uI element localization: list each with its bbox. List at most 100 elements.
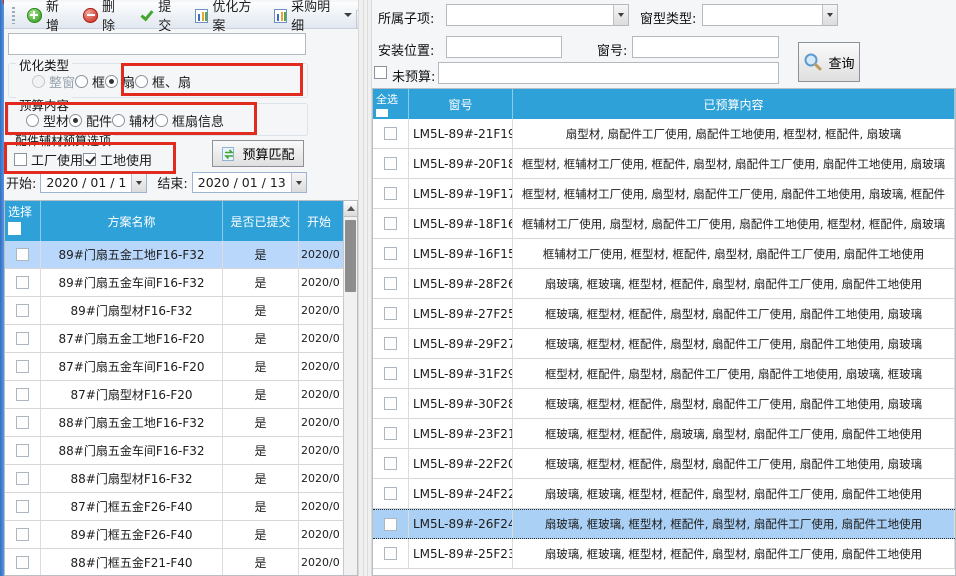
start-date-dropdown-button[interactable] xyxy=(131,173,146,192)
plan-table-row[interactable]: 89#门扇五金工地F16-F32 是 2020/0 xyxy=(5,241,357,269)
opt-type-radio[interactable]: 框、扇 xyxy=(135,72,191,91)
unbudgeted-checkbox[interactable] xyxy=(374,66,387,79)
plan-name-cell: 87#门扇型材F16-F20 xyxy=(41,381,223,408)
row-checkbox[interactable] xyxy=(384,457,397,470)
panel-splitter[interactable] xyxy=(358,0,372,576)
usage-checkbox[interactable]: 工厂使用 xyxy=(14,150,83,169)
budget-content-radio[interactable]: 框扇信息 xyxy=(155,111,224,130)
plan-table-scrollbar[interactable] xyxy=(343,201,357,575)
budget-table-row[interactable]: LM5L-89#-31F29 框型材, 框配件, 扇型材, 扇配件工厂使用, 扇… xyxy=(373,359,955,389)
window-no-cell: LM5L-89#-26F24 xyxy=(409,510,513,538)
plan-table-row[interactable]: 88#门扇型材F16-F32 是 2020/0 xyxy=(5,465,357,493)
row-checkbox[interactable] xyxy=(384,277,397,290)
window-type-select[interactable] xyxy=(702,4,838,26)
end-date-dropdown-button[interactable] xyxy=(291,173,306,192)
row-checkbox[interactable] xyxy=(16,304,29,317)
row-checkbox[interactable] xyxy=(16,276,29,289)
select-all-checkbox[interactable] xyxy=(376,109,388,117)
budget-table-row[interactable]: LM5L-89#-25F23 扇玻璃, 框玻璃, 框型材, 框配件, 扇型材, … xyxy=(373,539,955,569)
budget-table: 全选 窗号 已预算内容 LM5L-89#-21F19 扇型材, 扇配件工厂使用,… xyxy=(372,88,956,576)
row-checkbox[interactable] xyxy=(16,388,29,401)
window-no-cell: LM5L-89#-24F22 xyxy=(409,479,513,508)
budget-table-row[interactable]: LM5L-89#-29F27 框玻璃, 框型材, 框配件, 扇型材, 扇配件工厂… xyxy=(373,329,955,359)
end-date-picker[interactable]: 2020 / 01 / 13 xyxy=(192,172,307,193)
row-checkbox[interactable] xyxy=(16,248,29,261)
budget-table-row[interactable]: LM5L-89#-30F28 框玻璃, 框型材, 框配件, 扇型材, 扇配件工厂… xyxy=(373,389,955,419)
toolbar-grip[interactable] xyxy=(12,7,15,24)
sub-item-select[interactable] xyxy=(446,4,629,26)
row-checkbox[interactable] xyxy=(16,332,29,345)
row-checkbox[interactable] xyxy=(16,528,29,541)
install-position-input[interactable] xyxy=(446,36,562,58)
plan-name-column-header[interactable]: 方案名称 xyxy=(41,201,223,241)
opt-type-radio[interactable]: 整窗 xyxy=(32,72,75,91)
row-checkbox[interactable] xyxy=(384,157,397,170)
row-checkbox[interactable] xyxy=(384,217,397,230)
usage-checkbox[interactable]: 工地使用 xyxy=(83,150,152,169)
budget-table-row[interactable]: LM5L-89#-20F18 框型材, 框辅材工厂使用, 框配件, 扇型材, 扇… xyxy=(373,149,955,179)
budget-table-row[interactable]: LM5L-89#-22F20 框玻璃, 框型材, 框配件, 扇型材, 扇配件工厂… xyxy=(373,449,955,479)
plan-table-row[interactable]: 89#门扇型材F16-F32 是 2020/0 xyxy=(5,297,357,325)
select-all-checkbox[interactable] xyxy=(8,222,21,235)
opt-type-radio[interactable]: 扇 xyxy=(105,72,135,91)
row-checkbox[interactable] xyxy=(16,500,29,513)
row-checkbox[interactable] xyxy=(384,337,397,350)
plan-table-row[interactable]: 87#门扇五金车间F16-F20 是 2020/0 xyxy=(5,353,357,381)
row-checkbox[interactable] xyxy=(16,416,29,429)
budget-table-row[interactable]: LM5L-89#-18F16 框辅材工厂使用, 扇型材, 扇配件工厂使用, 扇配… xyxy=(373,209,955,239)
row-checkbox[interactable] xyxy=(384,307,397,320)
budgeted-content-column-header[interactable]: 已预算内容 xyxy=(513,89,955,119)
row-checkbox[interactable] xyxy=(16,360,29,373)
query-button[interactable]: 查询 xyxy=(798,42,860,82)
window-type-dropdown-button[interactable] xyxy=(822,5,837,25)
unbudgeted-label: 未预算: xyxy=(392,66,435,85)
scroll-up-button[interactable] xyxy=(344,201,357,217)
plan-table-row[interactable]: 87#门扇型材F16-F20 是 2020/0 xyxy=(5,381,357,409)
plan-table-row[interactable]: 89#门扇五金车间F16-F32 是 2020/0 xyxy=(5,269,357,297)
row-checkbox[interactable] xyxy=(16,472,29,485)
plan-table-row[interactable]: 88#门扇五金工地F16-F32 是 2020/0 xyxy=(5,409,357,437)
scrollbar-thumb[interactable] xyxy=(345,220,356,292)
row-checkbox[interactable] xyxy=(384,397,397,410)
budget-table-row[interactable]: LM5L-89#-24F22 扇玻璃, 框玻璃, 框型材, 框配件, 扇型材, … xyxy=(373,479,955,509)
plan-filter-input[interactable] xyxy=(8,33,306,55)
budget-table-row[interactable]: LM5L-89#-19F17 框型材, 框辅材工厂使用, 扇型材, 扇配件工厂使… xyxy=(373,179,955,209)
row-checkbox[interactable] xyxy=(16,444,29,457)
plan-table-row[interactable]: 89#门框五金F26-F40 是 2020/0 xyxy=(5,521,357,549)
submitted-column-header[interactable]: 是否已提交 xyxy=(223,201,299,241)
row-select-cell xyxy=(5,241,41,268)
window-no-input[interactable] xyxy=(632,36,779,58)
budgeted-content-cell: 框玻璃, 框型材, 框配件, 扇型材, 扇配件工厂使用, 扇配件工地使用, 扇玻… xyxy=(513,449,955,478)
plan-table-row[interactable]: 87#门扇五金工地F16-F20 是 2020/0 xyxy=(5,325,357,353)
budget-table-row[interactable]: LM5L-89#-23F21 框玻璃, 框型材, 框配件, 扇玻璃, 扇型材, … xyxy=(373,419,955,449)
budget-table-row[interactable]: LM5L-89#-27F25 框玻璃, 框型材, 框配件, 扇型材, 扇配件工厂… xyxy=(373,299,955,329)
budget-content-radio[interactable]: 配件 xyxy=(69,111,112,130)
budget-table-row[interactable]: LM5L-89#-16F15 框辅材工厂使用, 框型材, 框配件, 扇型材, 扇… xyxy=(373,239,955,269)
budget-table-row[interactable]: LM5L-89#-28F26 扇玻璃, 框玻璃, 框型材, 框配件, 扇型材, … xyxy=(373,269,955,299)
window-no-cell: LM5L-89#-31F29 xyxy=(409,359,513,388)
plan-panel: 新增 删除 提交 优化方案 采购明细 xyxy=(4,0,358,576)
row-checkbox[interactable] xyxy=(384,518,397,531)
budget-table-row[interactable]: LM5L-89#-26F24 扇玻璃, 框玻璃, 框型材, 框配件, 扇型材, … xyxy=(373,509,955,539)
row-checkbox[interactable] xyxy=(16,556,29,569)
budget-table-row[interactable]: LM5L-89#-21F19 扇型材, 扇配件工厂使用, 扇配件工地使用, 框型… xyxy=(373,119,955,149)
window-no-column-header[interactable]: 窗号 xyxy=(409,89,513,119)
start-date-picker[interactable]: 2020 / 01 / 1 xyxy=(40,172,147,193)
row-checkbox[interactable] xyxy=(384,247,397,260)
plan-table-row[interactable]: 88#门框五金F21-F40 是 2020/0 xyxy=(5,549,357,576)
plan-table-row[interactable]: 87#门框五金F26-F40 是 2020/0 xyxy=(5,493,357,521)
sub-item-dropdown-button[interactable] xyxy=(613,5,628,25)
row-checkbox[interactable] xyxy=(384,367,397,380)
opt-type-radio[interactable]: 框 xyxy=(75,72,105,91)
row-checkbox[interactable] xyxy=(384,187,397,200)
row-checkbox[interactable] xyxy=(384,547,397,560)
opt-type-label: 优化类型 xyxy=(16,55,72,74)
unbudgeted-input[interactable] xyxy=(438,62,779,84)
budget-match-button[interactable]: 预算匹配 xyxy=(212,140,304,167)
row-checkbox[interactable] xyxy=(384,127,397,140)
plan-table-row[interactable]: 88#门扇五金车间F16-F32 是 2020/0 xyxy=(5,437,357,465)
row-checkbox[interactable] xyxy=(384,487,397,500)
plan-name-cell: 87#门扇五金工地F16-F20 xyxy=(41,325,223,352)
budget-content-radio[interactable]: 辅材 xyxy=(112,111,155,130)
row-checkbox[interactable] xyxy=(384,427,397,440)
